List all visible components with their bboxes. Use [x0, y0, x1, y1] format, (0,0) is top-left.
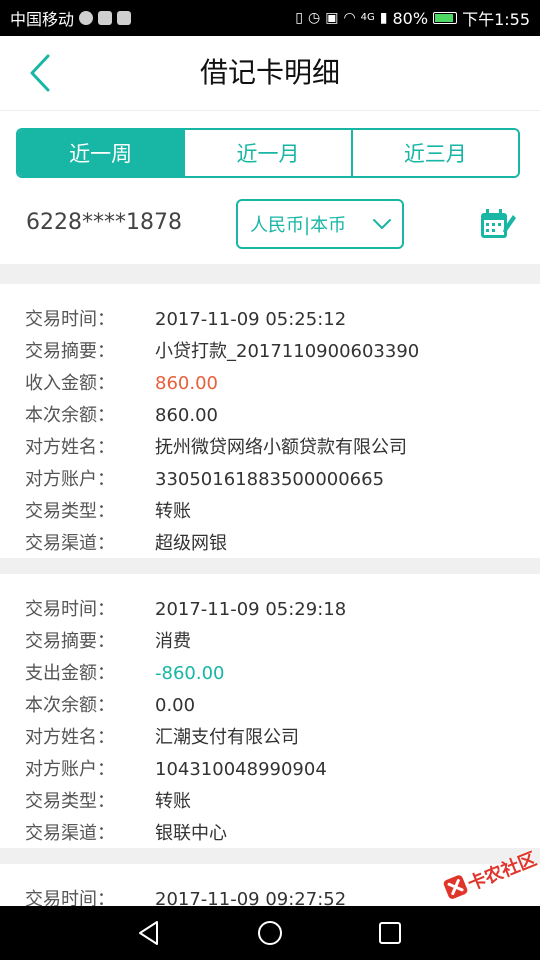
- income-amount: 860.00: [155, 373, 218, 394]
- status-bar: 中国移动 ▯ ◷ ▣ ◠ 4G ▮ 80% 下午1:55: [0, 0, 540, 36]
- notification-icon: [79, 11, 94, 25]
- transaction-channel: 银联中心: [155, 823, 227, 844]
- field-label: 交易摘要：: [25, 341, 115, 362]
- field-label: 收入金额：: [25, 373, 115, 394]
- transaction-row: 交易时间： 2017-11-09 09:27:52: [0, 884, 540, 906]
- field-label: 交易时间：: [25, 599, 115, 620]
- field-label: 交易渠道：: [25, 823, 115, 844]
- field-label: 交易类型：: [25, 791, 115, 812]
- balance-amount: 860.00: [155, 405, 218, 426]
- vibrate-icon: ▯: [295, 10, 303, 26]
- currency-select[interactable]: 人民币|本币: [236, 199, 404, 249]
- navigation-bar: [0, 906, 540, 960]
- transaction-row: 交易时间： 2017-11-09 05:29:18: [0, 594, 540, 626]
- counterparty-account: 33050161883500000665: [155, 469, 385, 490]
- battery-icon: [433, 12, 458, 24]
- transaction-row: 对方账户： 33050161883500000665: [0, 464, 540, 496]
- field-label: 对方账户：: [25, 759, 115, 780]
- transaction-row: 交易渠道： 超级网银: [0, 528, 540, 560]
- transaction-row: 本次余额： 0.00: [0, 690, 540, 722]
- transaction-card: 交易时间： 2017-11-09 05:25:12 交易摘要： 小贷打款_201…: [0, 284, 540, 558]
- battery-percent: 80%: [392, 8, 429, 28]
- transaction-type: 转账: [155, 791, 191, 812]
- calendar-button[interactable]: [478, 206, 516, 242]
- transaction-row: 本次余额： 860.00: [0, 400, 540, 432]
- nav-home-button[interactable]: [255, 918, 285, 948]
- field-label: 支出金额：: [25, 663, 115, 684]
- field-label: 对方姓名：: [25, 727, 115, 748]
- field-label: 本次余额：: [25, 695, 115, 716]
- transaction-row: 对方姓名： 汇潮支付有限公司: [0, 722, 540, 754]
- hd-icon: ▣: [325, 10, 339, 26]
- tab-last-week[interactable]: 近一周: [18, 130, 184, 176]
- transaction-row: 交易类型： 转账: [0, 786, 540, 818]
- nav-recents-button[interactable]: [375, 918, 405, 948]
- account-number: 6228****1878: [26, 210, 182, 235]
- chevron-down-icon: [373, 219, 391, 229]
- wifi-icon: ◠: [343, 10, 356, 26]
- field-label: 交易渠道：: [25, 533, 115, 554]
- signal-type-label: 4G: [360, 12, 375, 23]
- signal-icon: ▮: [379, 10, 388, 26]
- currency-select-value: 人民币|本币: [250, 215, 347, 236]
- transaction-row: 交易渠道： 银联中心: [0, 818, 540, 850]
- transaction-row: 支出金额： -860.00: [0, 658, 540, 690]
- circle-home-icon: [258, 921, 282, 945]
- field-label: 交易时间：: [25, 889, 115, 906]
- transaction-row: 交易摘要： 小贷打款_2017110900603390: [0, 336, 540, 368]
- transaction-summary: 小贷打款_2017110900603390: [155, 341, 420, 362]
- tab-last-month[interactable]: 近一月: [183, 130, 351, 176]
- app-notification-icon: [98, 11, 113, 25]
- transaction-row: 收入金额： 860.00: [0, 368, 540, 400]
- transaction-summary: 消费: [155, 631, 191, 652]
- section-separator: [0, 558, 540, 574]
- status-bar-right: ▯ ◷ ▣ ◠ 4G ▮ 80% 下午1:55: [295, 6, 530, 30]
- field-label: 对方账户：: [25, 469, 115, 490]
- transaction-card: 交易时间： 2017-11-09 05:29:18 交易摘要： 消费 支出金额：…: [0, 574, 540, 848]
- transaction-row: 交易时间： 2017-11-09 05:25:12: [0, 304, 540, 336]
- field-label: 对方姓名：: [25, 437, 115, 458]
- field-label: 交易类型：: [25, 501, 115, 522]
- clock: 下午1:55: [462, 10, 530, 29]
- video-notification-icon: [117, 11, 132, 25]
- transaction-row: 交易类型： 转账: [0, 496, 540, 528]
- transaction-row: 交易摘要： 消费: [0, 626, 540, 658]
- section-separator: [0, 264, 540, 284]
- transaction-row: 对方姓名： 抚州微贷网络小额贷款有限公司: [0, 432, 540, 464]
- transaction-time: 2017-11-09 09:27:52: [155, 889, 347, 906]
- field-label: 交易摘要：: [25, 631, 115, 652]
- field-label: 交易时间：: [25, 309, 115, 330]
- transaction-card: 交易时间： 2017-11-09 09:27:52: [0, 864, 540, 906]
- header: 借记卡明细: [0, 36, 540, 111]
- transaction-channel: 超级网银: [155, 533, 227, 554]
- square-recents-icon: [379, 922, 401, 944]
- transaction-row: 对方账户： 104310048990904: [0, 754, 540, 786]
- nav-back-button[interactable]: [135, 918, 165, 948]
- field-label: 本次余额：: [25, 405, 115, 426]
- transaction-time: 2017-11-09 05:25:12: [155, 309, 347, 330]
- calendar-edit-icon: [481, 209, 516, 238]
- balance-amount: 0.00: [155, 695, 196, 716]
- page-title: 借记卡明细: [199, 56, 340, 89]
- tab-last-three-months[interactable]: 近三月: [350, 130, 518, 176]
- section-separator: [0, 848, 540, 864]
- counterparty-name: 汇潮支付有限公司: [155, 727, 299, 748]
- counterparty-account: 104310048990904: [155, 759, 327, 780]
- carrier-label: 中国移动: [10, 10, 75, 29]
- counterparty-name: 抚州微贷网络小额贷款有限公司: [155, 437, 407, 458]
- transaction-time: 2017-11-09 05:29:18: [155, 599, 347, 620]
- status-bar-left: 中国移动: [10, 6, 132, 30]
- transaction-type: 转账: [155, 501, 191, 522]
- period-tabs: 近一周 近一月 近三月: [16, 128, 520, 178]
- triangle-back-icon: [139, 921, 158, 945]
- expense-amount: -860.00: [155, 663, 225, 684]
- alarm-icon: ◷: [307, 10, 321, 26]
